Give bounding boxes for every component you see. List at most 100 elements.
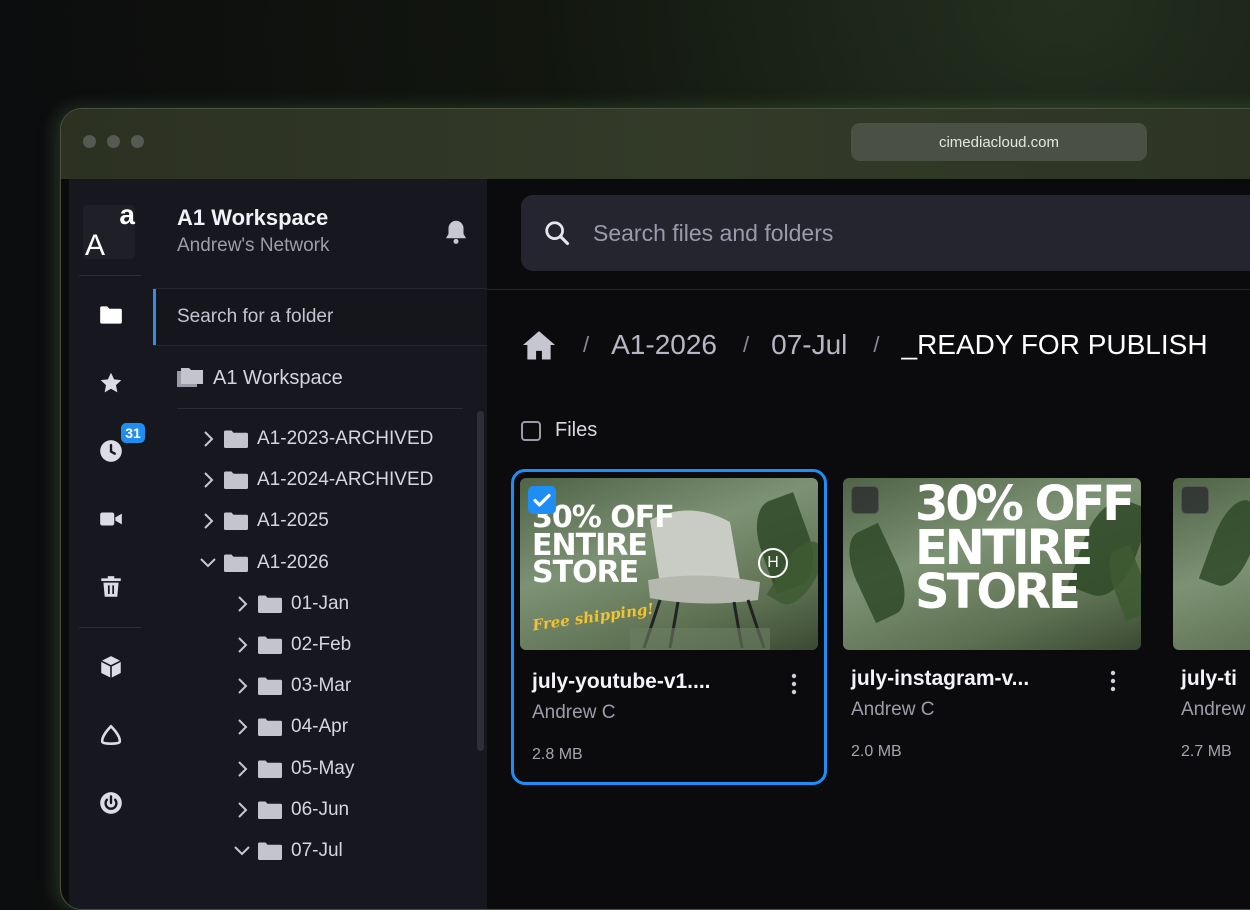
folder-tree-label: A1-2025 <box>257 510 329 532</box>
folder-icon <box>257 842 282 861</box>
file-search-placeholder: Search files and folders <box>593 219 834 246</box>
chevron-right-icon[interactable] <box>197 510 219 532</box>
maximize-window-button[interactable] <box>131 135 144 148</box>
power-icon[interactable] <box>91 783 131 823</box>
icon-rail: A a 31 <box>69 179 154 909</box>
chevron-right-icon[interactable] <box>231 634 253 656</box>
file-search-bar[interactable]: Search files and folders <box>521 195 1250 271</box>
file-card[interactable]: 30% OFF ENTIRE STORE Free shipping! H ju… <box>511 469 827 785</box>
folders-icon <box>177 368 203 387</box>
folder-icon <box>257 718 282 737</box>
file-select-checkbox[interactable] <box>1181 486 1209 514</box>
file-card[interactable]: july-ti Andrew 2.7 MB <box>1173 469 1250 785</box>
breadcrumb-separator: / <box>743 332 750 357</box>
folder-search-input[interactable]: Search for a folder <box>153 289 487 345</box>
file-select-checkbox[interactable] <box>528 486 556 514</box>
file-owner: Andrew <box>1181 699 1246 720</box>
bell-icon[interactable] <box>441 217 471 247</box>
workspace-root-label: A1 Workspace <box>213 366 343 389</box>
folder-icon[interactable] <box>91 295 131 335</box>
breadcrumb-item-month[interactable]: 07-Jul <box>771 329 847 361</box>
folder-tree-label: 04-Apr <box>291 716 349 738</box>
folder-tree-item[interactable]: 02-Feb <box>231 625 351 665</box>
chevron-right-icon[interactable] <box>197 469 219 491</box>
folder-tree-label: 02-Feb <box>291 634 352 655</box>
folder-tree-label: 01-Jan <box>291 592 350 614</box>
breadcrumb-separator: / <box>873 332 880 357</box>
check-icon <box>533 493 551 507</box>
app-root: A a 31 A1 Workspace Andrew's Network Sea… <box>69 179 1250 909</box>
main-divider <box>487 289 1250 290</box>
main-content: Search files and folders / A1-2026 / 07-… <box>487 179 1250 909</box>
chevron-down-icon[interactable] <box>197 552 219 574</box>
triangle-icon[interactable] <box>91 715 131 755</box>
network-name: Andrew's Network <box>177 235 330 256</box>
chevron-right-icon[interactable] <box>197 428 219 450</box>
cube-icon[interactable] <box>91 647 131 687</box>
file-name[interactable]: july-instagram-v... <box>851 667 1029 691</box>
folder-tree-label: 05-May <box>291 757 355 779</box>
close-window-button[interactable] <box>83 135 96 148</box>
file-name[interactable]: july-youtube-v1.... <box>532 670 711 694</box>
folder-tree-scrollbar[interactable] <box>477 411 484 751</box>
folder-tree-item[interactable]: 05-May <box>231 749 354 789</box>
folder-icon <box>223 512 248 531</box>
folder-icon <box>257 636 282 655</box>
folder-panel: A1 Workspace Andrew's Network Search for… <box>153 179 488 909</box>
folder-tree-label: 03-Mar <box>291 675 352 697</box>
folder-tree-item[interactable]: 01-Jan <box>231 584 349 624</box>
folder-tree-item[interactable]: A1-2023-ARCHIVED <box>197 419 433 459</box>
file-owner: Andrew C <box>532 702 616 723</box>
file-card[interactable]: 30% OFF ENTIRE STORE july-instagram-v...… <box>843 469 1159 785</box>
file-size: 2.0 MB <box>851 743 902 760</box>
folder-tree-item[interactable]: A1-2025 <box>197 501 329 541</box>
workspace-root-item[interactable]: A1 Workspace <box>175 365 343 391</box>
folder-tree-item[interactable]: A1-2024-ARCHIVED <box>197 460 433 500</box>
folder-tree-item[interactable]: A1-2026 <box>197 543 329 583</box>
recent-count-badge: 31 <box>121 423 145 443</box>
browser-titlebar: cimediacloud.com <box>61 109 1250 179</box>
folder-tree-item[interactable]: 03-Mar <box>231 666 351 706</box>
folder-tree-item[interactable]: 06-Jun <box>231 790 349 830</box>
app-logo[interactable]: A a <box>83 199 135 262</box>
chevron-right-icon[interactable] <box>231 675 253 697</box>
folder-icon <box>223 471 248 490</box>
folder-tree-label: 06-Jun <box>291 798 350 820</box>
chevron-right-icon[interactable] <box>231 716 253 738</box>
breadcrumb-item-year[interactable]: A1-2026 <box>611 329 717 361</box>
folder-tree-label: A1-2026 <box>257 551 329 573</box>
home-icon[interactable] <box>521 329 557 361</box>
workspace-title[interactable]: A1 Workspace <box>177 205 328 231</box>
folder-icon <box>257 677 282 696</box>
file-size: 2.8 MB <box>532 746 583 763</box>
star-icon[interactable] <box>91 363 131 403</box>
breadcrumb: / A1-2026 / 07-Jul / _READY FOR PUBLISH <box>521 329 1208 361</box>
folder-tree-item[interactable]: 04-Apr <box>231 707 348 747</box>
chevron-right-icon[interactable] <box>231 758 253 780</box>
breadcrumb-current: _READY FOR PUBLISH <box>901 329 1208 360</box>
chevron-right-icon[interactable] <box>231 799 253 821</box>
panel-divider <box>153 345 487 346</box>
folder-tree-label: 07-Jul <box>291 840 343 861</box>
brand-mark: H <box>758 548 788 578</box>
select-all-checkbox[interactable] <box>521 420 541 441</box>
logo-letter-big: A <box>85 229 106 262</box>
tree-divider <box>177 408 463 409</box>
logo-letter-small: a <box>119 199 135 230</box>
file-size: 2.7 MB <box>1181 743 1232 760</box>
video-icon[interactable] <box>91 499 131 539</box>
chevron-down-icon[interactable] <box>231 840 253 862</box>
file-name[interactable]: july-ti <box>1181 667 1237 691</box>
trash-icon[interactable] <box>91 567 131 607</box>
more-options-icon[interactable] <box>784 672 804 696</box>
more-options-icon[interactable] <box>1103 669 1123 693</box>
file-owner: Andrew C <box>851 699 935 720</box>
chevron-right-icon[interactable] <box>231 593 253 615</box>
rail-divider <box>79 275 141 276</box>
minimize-window-button[interactable] <box>107 135 120 148</box>
file-select-checkbox[interactable] <box>851 486 879 514</box>
browser-window: cimediacloud.com A a 31 A1 Workspace And… <box>60 108 1250 910</box>
folder-tree-label: A1-2024-ARCHIVED <box>257 469 434 491</box>
folder-tree-item[interactable]: 07-Jul <box>231 831 343 871</box>
address-bar[interactable]: cimediacloud.com <box>851 123 1147 161</box>
